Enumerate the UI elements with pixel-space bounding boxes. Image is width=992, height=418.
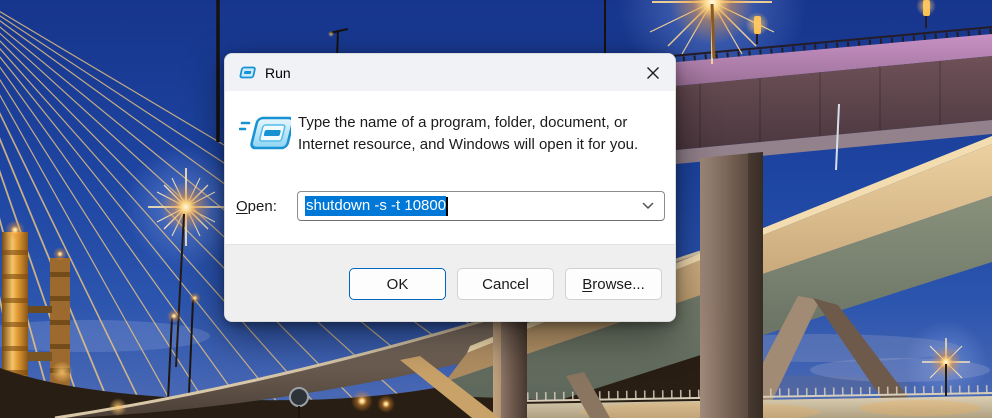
run-icon-large xyxy=(239,114,291,163)
dialog-description: Type the name of a program, folder, docu… xyxy=(298,112,675,163)
browse-button[interactable]: Browse... xyxy=(565,268,662,300)
run-icon xyxy=(238,66,256,80)
close-icon xyxy=(646,66,660,80)
close-button[interactable] xyxy=(630,54,675,91)
open-combobox[interactable]: shutdown -s -t 10800 xyxy=(297,191,665,221)
dialog-titlebar[interactable]: Run xyxy=(225,54,675,91)
desktop: Run xyxy=(0,0,992,418)
dialog-title: Run xyxy=(265,65,291,81)
open-label: Open: xyxy=(236,198,297,215)
text-caret xyxy=(446,197,448,216)
chevron-down-icon[interactable] xyxy=(642,202,654,210)
open-input-value: shutdown -s -t 10800 xyxy=(305,196,446,216)
dialog-footer: OK Cancel Browse... xyxy=(225,244,675,322)
ok-button[interactable]: OK xyxy=(349,268,446,300)
dialog-content: Type the name of a program, folder, docu… xyxy=(225,91,675,244)
cancel-button[interactable]: Cancel xyxy=(457,268,554,300)
run-dialog: Run xyxy=(224,53,676,322)
